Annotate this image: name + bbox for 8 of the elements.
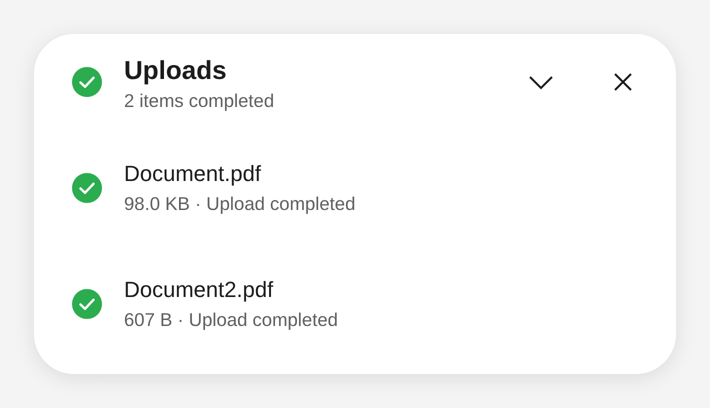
- file-name: Document2.pdf: [124, 276, 274, 304]
- close-icon: [613, 72, 633, 92]
- panel-subtitle: 2 items completed: [124, 89, 276, 113]
- file-detail: 98.0 KB · Upload completed: [124, 192, 356, 216]
- file-detail: 607 B · Upload completed: [124, 308, 338, 332]
- panel-title: Uploads: [124, 54, 228, 86]
- file-name: Document.pdf: [124, 160, 262, 188]
- caret-icon: [528, 74, 554, 90]
